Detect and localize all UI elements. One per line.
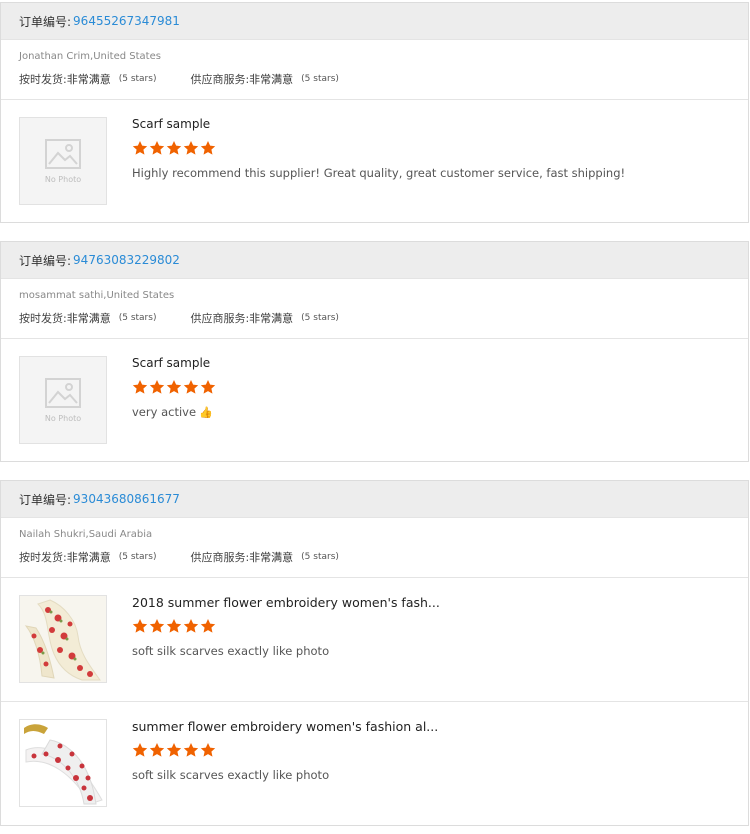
service-rating: 供应商服务: 非常满意 (5 stars) xyxy=(190,71,338,87)
product-title[interactable]: Scarf sample xyxy=(132,356,210,370)
order-number-link[interactable]: 96455267347981 xyxy=(73,14,180,28)
product-thumbnail[interactable]: No Photo xyxy=(19,356,107,444)
product-review: No Photo Scarf sample Highly recommend t… xyxy=(1,100,748,223)
product-thumbnail[interactable] xyxy=(19,595,107,683)
order-header: 订单编号: 93043680861677 xyxy=(1,481,748,518)
buyer-info: Nailah Shukri,Saudi Arabia 按时发货: 非常满意 (5… xyxy=(1,518,748,578)
shipping-rating-stars: (5 stars) xyxy=(118,74,157,84)
product-title[interactable]: 2018 summer flower embroidery women's fa… xyxy=(132,595,440,610)
order-number-link[interactable]: 94763083229802 xyxy=(73,253,180,267)
order-number-label: 订单编号: xyxy=(19,492,72,507)
seller-ratings: 按时发货: 非常满意 (5 stars) 供应商服务: 非常满意 (5 star… xyxy=(19,310,339,326)
product-review: No Photo Scarf sample very active 👍 xyxy=(1,339,748,462)
review-comment-text: very active xyxy=(132,405,197,419)
star-icon xyxy=(166,141,182,155)
star-icon xyxy=(149,743,165,757)
service-rating-label: 供应商服务: xyxy=(190,73,250,86)
star-icon xyxy=(200,380,216,394)
product-review: 2018 summer flower embroidery women's fa… xyxy=(1,578,748,701)
shipping-rating: 按时发货: 非常满意 (5 stars) xyxy=(19,71,156,87)
no-photo-placeholder: No Photo xyxy=(20,357,106,443)
service-rating-value: 非常满意 xyxy=(249,73,294,86)
star-rating xyxy=(132,618,217,634)
order-card: 订单编号: 96455267347981 Jonathan Crim,Unite… xyxy=(0,2,749,223)
star-icon xyxy=(149,141,165,155)
seller-ratings: 按时发货: 非常满意 (5 stars) 供应商服务: 非常满意 (5 star… xyxy=(19,71,339,87)
star-icon xyxy=(132,380,148,394)
order-number-link[interactable]: 93043680861677 xyxy=(73,492,180,506)
service-rating: 供应商服务: 非常满意 (5 stars) xyxy=(190,549,338,565)
order-card: 订单编号: 94763083229802 mosammat sathi,Unit… xyxy=(0,241,749,462)
image-placeholder-icon xyxy=(45,377,81,408)
scarf-photo xyxy=(20,596,106,682)
star-icon xyxy=(166,743,182,757)
shipping-rating-label: 按时发货: xyxy=(19,73,67,86)
image-placeholder-icon xyxy=(45,138,81,169)
buyer-info: mosammat sathi,United States 按时发货: 非常满意 … xyxy=(1,279,748,339)
product-thumbnail[interactable]: No Photo xyxy=(19,117,107,205)
star-icon xyxy=(183,619,199,633)
product-thumbnail[interactable] xyxy=(19,719,107,807)
review-comment: soft silk scarves exactly like photo xyxy=(132,644,330,658)
buyer-info: Jonathan Crim,United States 按时发货: 非常满意 (… xyxy=(1,40,748,100)
seller-ratings: 按时发货: 非常满意 (5 stars) 供应商服务: 非常满意 (5 star… xyxy=(19,549,339,565)
product-review: summer flower embroidery women's fashion… xyxy=(1,701,748,824)
shipping-rating-stars: (5 stars) xyxy=(118,552,157,562)
product-title[interactable]: Scarf sample xyxy=(132,117,210,131)
order-number-label: 订单编号: xyxy=(19,14,72,29)
star-icon xyxy=(132,619,148,633)
service-rating-label: 供应商服务: xyxy=(190,551,250,564)
star-icon xyxy=(183,380,199,394)
scarf-photo xyxy=(20,720,106,806)
star-icon xyxy=(149,380,165,394)
review-comment: soft silk scarves exactly like photo xyxy=(132,768,330,782)
thumbs-up-icon: 👍 xyxy=(199,406,213,419)
star-icon xyxy=(166,619,182,633)
no-photo-placeholder: No Photo xyxy=(20,118,106,204)
shipping-rating: 按时发货: 非常满意 (5 stars) xyxy=(19,549,156,565)
star-icon xyxy=(183,743,199,757)
star-rating xyxy=(132,379,217,395)
order-header: 订单编号: 96455267347981 xyxy=(1,3,748,40)
shipping-rating-value: 非常满意 xyxy=(66,73,111,86)
shipping-rating-label: 按时发货: xyxy=(19,312,67,325)
shipping-rating-label: 按时发货: xyxy=(19,551,67,564)
shipping-rating-stars: (5 stars) xyxy=(118,313,157,323)
service-rating-stars: (5 stars) xyxy=(301,313,339,323)
no-photo-label: No Photo xyxy=(44,413,82,423)
star-icon xyxy=(166,380,182,394)
review-comment: very active 👍 xyxy=(132,405,213,419)
shipping-rating-value: 非常满意 xyxy=(66,551,111,564)
service-rating-value: 非常满意 xyxy=(249,312,294,325)
star-rating xyxy=(132,140,217,156)
star-icon xyxy=(200,743,216,757)
order-card: 订单编号: 93043680861677 Nailah Shukri,Saudi… xyxy=(0,480,749,826)
service-rating-value: 非常满意 xyxy=(249,551,294,564)
buyer-name: Jonathan Crim,United States xyxy=(19,51,161,62)
product-title[interactable]: summer flower embroidery women's fashion… xyxy=(132,719,438,734)
shipping-rating-value: 非常满意 xyxy=(66,312,111,325)
star-rating xyxy=(132,742,217,758)
buyer-name: Nailah Shukri,Saudi Arabia xyxy=(19,529,153,540)
star-icon xyxy=(200,141,216,155)
service-rating-stars: (5 stars) xyxy=(301,552,339,562)
review-comment: Highly recommend this supplier! Great qu… xyxy=(132,166,626,180)
order-header: 订单编号: 94763083229802 xyxy=(1,242,748,279)
star-icon xyxy=(200,619,216,633)
service-rating-stars: (5 stars) xyxy=(301,74,339,84)
service-rating: 供应商服务: 非常满意 (5 stars) xyxy=(190,310,338,326)
star-icon xyxy=(183,141,199,155)
order-number-label: 订单编号: xyxy=(19,253,72,268)
buyer-name: mosammat sathi,United States xyxy=(19,290,175,301)
no-photo-label: No Photo xyxy=(44,174,82,184)
service-rating-label: 供应商服务: xyxy=(190,312,250,325)
star-icon xyxy=(132,743,148,757)
star-icon xyxy=(132,141,148,155)
star-icon xyxy=(149,619,165,633)
shipping-rating: 按时发货: 非常满意 (5 stars) xyxy=(19,310,156,326)
